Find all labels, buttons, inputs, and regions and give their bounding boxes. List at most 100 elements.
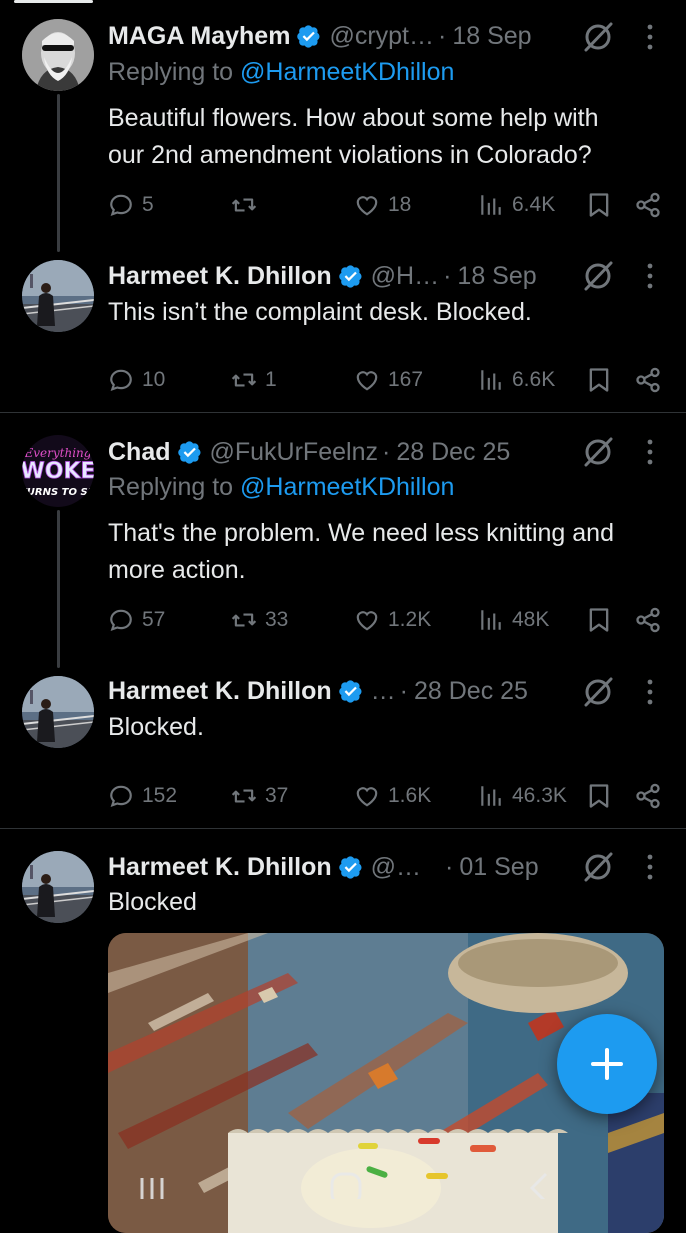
avatar[interactable] [22, 260, 94, 332]
like-count: 167 [388, 368, 424, 391]
bookmark-icon[interactable] [585, 191, 613, 219]
timestamp[interactable]: 18 Sep [457, 262, 536, 291]
timestamp[interactable]: 28 Dec 25 [396, 438, 510, 467]
reply-button[interactable]: 152 [108, 779, 177, 813]
like-button[interactable]: 18 [354, 188, 411, 222]
grok-icon[interactable] [581, 675, 615, 709]
reply-count: 57 [142, 608, 166, 631]
tweet-text-line: Blocked [108, 888, 197, 916]
timestamp[interactable]: 01 Sep [459, 853, 538, 882]
reply-button[interactable]: 5 [108, 188, 154, 222]
tweet-header: Chad @FukUrFeelnz · 28 Dec 25 [108, 432, 510, 472]
display-name[interactable]: MAGA Mayhem [108, 22, 290, 51]
thread-line [57, 94, 60, 252]
compose-button[interactable] [557, 1014, 657, 1114]
tweet-text: Blocked. [108, 709, 668, 746]
separator: · [445, 852, 454, 881]
tweet-header: Harmeet K. Dhillon … · 28 Dec 25 [108, 671, 528, 711]
reply-count: 10 [142, 368, 166, 391]
reply-button[interactable]: 10 [108, 363, 165, 397]
like-button[interactable]: 167 [354, 363, 423, 397]
tweet-text-line: That's the problem. We need less knittin… [108, 519, 614, 547]
like-button[interactable]: 1.6K [354, 779, 431, 813]
more-vertical-icon[interactable] [638, 259, 662, 293]
views-button[interactable]: 6.4K [478, 188, 555, 222]
views-button[interactable]: 6.6K [478, 363, 555, 397]
display-name[interactable]: Harmeet K. Dhillon [108, 262, 332, 291]
handle[interactable]: @… [371, 853, 421, 882]
system-navigation-bar [0, 1164, 686, 1206]
views-bars-icon [481, 195, 501, 215]
plus-icon [591, 1048, 623, 1080]
timestamp[interactable]: 28 Dec 25 [414, 677, 528, 706]
tweet-header: Harmeet K. Dhillon @… · 01 Sep [108, 847, 539, 887]
top-indicator [14, 0, 93, 3]
avatar-text: WOKE [22, 459, 94, 484]
avatar[interactable] [22, 676, 94, 748]
grok-icon[interactable] [581, 259, 615, 293]
avatar[interactable]: Everything WOKE TURNS TO SH [22, 435, 94, 507]
heart-icon [356, 371, 378, 391]
repost-icon [231, 613, 257, 627]
grok-icon[interactable] [581, 435, 615, 469]
reply-button[interactable]: 57 [108, 603, 165, 637]
reply-count: 152 [142, 784, 178, 807]
like-count: 1.6K [388, 784, 432, 807]
home-icon[interactable] [330, 1172, 362, 1206]
back-icon[interactable] [529, 1172, 548, 1204]
handle[interactable]: @FukUrFeelnz [210, 438, 378, 467]
reply-bubble-icon [110, 369, 132, 391]
more-vertical-icon[interactable] [638, 435, 662, 469]
replying-to: Replying to @HarmeetKDhillon [108, 58, 454, 87]
tweet-text-line: our 2nd amendment violations in Colorado… [108, 141, 592, 169]
share-icon[interactable] [634, 191, 662, 219]
handle[interactable]: @crypt… [329, 22, 434, 51]
avatar[interactable] [22, 19, 94, 91]
separator: · [381, 437, 391, 466]
more-vertical-icon[interactable] [638, 20, 662, 54]
heart-icon [356, 611, 378, 631]
display-name[interactable]: Harmeet K. Dhillon [108, 677, 332, 706]
views-bars-icon [481, 786, 501, 806]
replying-to-link[interactable]: @HarmeetKDhillon [240, 58, 454, 86]
avatar[interactable] [22, 851, 94, 923]
grok-icon[interactable] [581, 850, 615, 884]
bookmark-icon[interactable] [585, 606, 613, 634]
divider [0, 828, 686, 829]
repost-icon [231, 198, 257, 212]
tweet-text-line: Blocked. [108, 713, 204, 741]
avatar-text: Everything [24, 446, 92, 460]
display-name[interactable]: Chad [108, 438, 171, 467]
bookmark-icon[interactable] [585, 782, 613, 810]
grok-icon[interactable] [581, 20, 615, 54]
views-count: 46.3K [512, 784, 567, 807]
heart-icon [356, 196, 378, 216]
timestamp[interactable]: 18 Sep [452, 22, 531, 51]
more-vertical-icon[interactable] [638, 675, 662, 709]
like-button[interactable]: 1.2K [354, 603, 431, 637]
handle[interactable]: … [371, 677, 396, 706]
handle[interactable]: @H… [371, 262, 439, 291]
repost-icon [231, 789, 257, 803]
repost-button[interactable]: 1 [231, 363, 277, 397]
repost-button[interactable]: 33 [231, 603, 288, 637]
replying-to-link[interactable]: @HarmeetKDhillon [240, 473, 454, 501]
views-button[interactable]: 48K [478, 603, 549, 637]
display-name[interactable]: Harmeet K. Dhillon [108, 853, 332, 882]
share-icon[interactable] [634, 782, 662, 810]
separator: · [438, 21, 447, 50]
reply-count: 5 [142, 193, 154, 216]
bookmark-icon[interactable] [585, 366, 613, 394]
recent-apps-icon[interactable] [140, 1178, 164, 1199]
share-icon[interactable] [634, 366, 662, 394]
repost-count: 1 [265, 368, 277, 391]
repost-button[interactable]: 37 [231, 779, 288, 813]
views-button[interactable]: 46.3K [478, 779, 567, 813]
like-count: 18 [388, 193, 412, 216]
tweet-header: MAGA Mayhem @crypt… · 18 Sep [108, 16, 532, 56]
repost-button[interactable] [231, 188, 265, 222]
more-vertical-icon[interactable] [638, 850, 662, 884]
share-icon[interactable] [634, 606, 662, 634]
views-count: 48K [512, 608, 550, 631]
verified-badge-icon [338, 680, 362, 703]
